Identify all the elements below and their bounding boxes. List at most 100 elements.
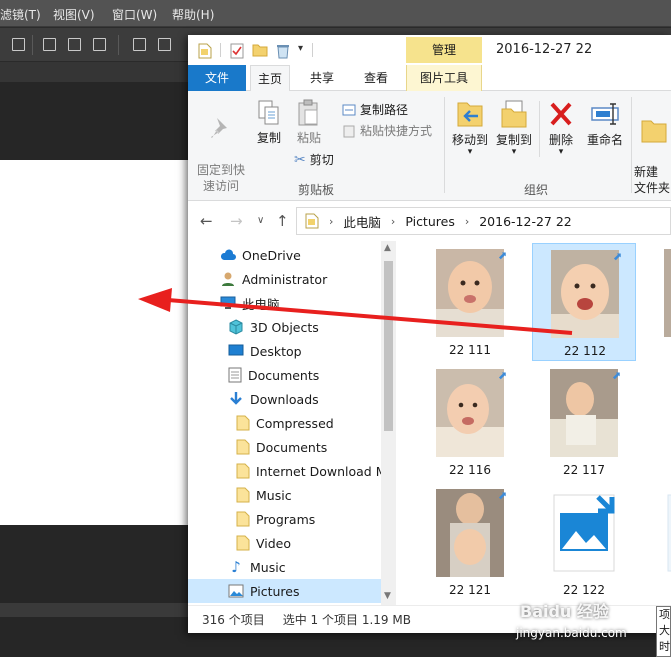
delete-chevron-icon: ▾	[558, 147, 564, 157]
nav-item-documents[interactable]: Documents	[228, 363, 319, 387]
pin-quick-access-button[interactable]: 固定到快 速访问	[194, 99, 248, 194]
nav-scrollbar[interactable]: ▲ ▼	[381, 241, 396, 605]
customize-qa-icon[interactable]: ▾	[298, 43, 303, 54]
tab-share[interactable]: 共享	[302, 65, 342, 91]
nav-item-internet-download[interactable]: Internet Download M	[236, 459, 387, 483]
nav-item-pictures[interactable]: Pictures	[188, 579, 381, 603]
menu-help[interactable]: 帮助(H)	[172, 6, 214, 23]
photoshop-canvas[interactable]	[0, 160, 200, 525]
cube-icon	[229, 319, 243, 335]
file-tile[interactable]: ⬈ 22 117	[532, 363, 636, 481]
folder-icon	[236, 463, 250, 479]
nav-item-music[interactable]: ♪ Music	[228, 555, 285, 579]
align-middle-icon[interactable]	[68, 38, 81, 51]
nav-item-label: Documents	[248, 367, 320, 383]
nav-scrollbar-thumb[interactable]	[384, 261, 393, 431]
copy-path-icon	[342, 104, 356, 115]
file-name: 22 121	[449, 583, 491, 597]
file-tile-selected[interactable]: ⬈ 22 112	[532, 243, 636, 361]
menu-view[interactable]: 视图(V)	[53, 6, 95, 23]
folder-icon	[236, 487, 250, 503]
tab-picture-tools[interactable]: 图片工具	[406, 65, 482, 91]
paste-button[interactable]: 粘贴	[292, 99, 326, 146]
tab-view[interactable]: 查看	[356, 65, 396, 91]
scroll-up-icon[interactable]: ▲	[384, 243, 391, 253]
menu-filter[interactable]: 滤镜(T)	[0, 6, 41, 23]
window-title: 2016-12-27 22	[496, 42, 593, 57]
move-to-label: 移动到	[451, 133, 488, 147]
nav-item-compressed[interactable]: Compressed	[236, 411, 334, 435]
copy-button[interactable]: 复制	[252, 99, 286, 146]
toolbar-divider	[118, 35, 119, 55]
rename-label: 重命名	[586, 133, 623, 147]
move-to-chevron-icon: ▾	[467, 147, 473, 157]
file-tile[interactable]: ⬈ 22 121	[418, 483, 522, 601]
align-left-icon[interactable]	[12, 38, 25, 51]
file-tile[interactable]: 22 122	[532, 483, 636, 601]
move-to-button[interactable]: 移动到 ▾	[448, 99, 492, 157]
manage-context-tab[interactable]: 管理	[406, 37, 482, 63]
file-icon[interactable]	[198, 43, 212, 59]
tab-file[interactable]: 文件	[188, 65, 246, 91]
nav-item-documents-sub[interactable]: Documents	[236, 435, 327, 459]
back-arrow-icon[interactable]: ←	[200, 212, 213, 230]
nav-item-label: Desktop	[250, 343, 302, 359]
cloud-icon	[220, 249, 236, 260]
new-folder-button[interactable]: 新建 文件夹	[634, 99, 671, 196]
nav-item-label: OneDrive	[242, 247, 301, 263]
properties-icon[interactable]	[230, 43, 244, 59]
copy-path-button[interactable]: 复制路径	[342, 101, 408, 118]
scroll-down-icon[interactable]: ▼	[384, 591, 391, 601]
address-bar[interactable]: › 此电脑 › Pictures › 2016-12-27 22	[296, 207, 671, 235]
folder-icon	[236, 439, 250, 455]
navigation-bar: ← → ∨ ↑ › 此电脑 › Pictures › 2016-12-27 22	[188, 201, 671, 241]
paste-label: 粘贴	[296, 131, 321, 145]
user-icon	[222, 272, 234, 286]
recent-locations-chevron-icon[interactable]: ∨	[257, 215, 264, 226]
breadcrumb-this-pc[interactable]: 此电脑	[343, 212, 381, 231]
nav-item-this-pc[interactable]: 此电脑	[220, 291, 280, 315]
pin-icon	[211, 118, 227, 138]
menu-window[interactable]: 窗口(W)	[112, 6, 157, 23]
shortcut-arrow-icon: ⬈	[498, 369, 508, 382]
distribute-middle-icon[interactable]	[158, 38, 171, 51]
nav-item-onedrive[interactable]: OneDrive	[220, 243, 301, 267]
copy-to-button[interactable]: 复制到 ▾	[492, 99, 536, 157]
rename-button[interactable]: 重命名	[583, 99, 627, 148]
photo-thumbnail	[436, 249, 504, 337]
new-folder-icon[interactable]	[252, 43, 268, 57]
file-name: 22 122	[563, 583, 605, 597]
distribute-top-icon[interactable]	[133, 38, 146, 51]
nav-item-desktop[interactable]: Desktop	[228, 339, 302, 363]
nav-item-downloads[interactable]: Downloads	[228, 387, 319, 411]
nav-item-music-sub[interactable]: Music	[236, 483, 292, 507]
file-tile[interactable]: ⬈ 22 111	[418, 243, 522, 361]
file-tile-partial[interactable]	[646, 243, 671, 361]
align-top-icon[interactable]	[43, 38, 56, 51]
nav-item-label: Downloads	[250, 391, 319, 407]
nav-item-programs[interactable]: Programs	[236, 507, 315, 531]
nav-item-administrator[interactable]: Administrator	[220, 267, 327, 291]
forward-arrow-icon[interactable]: →	[230, 212, 243, 230]
cut-button[interactable]: ✂ 剪切	[294, 151, 334, 168]
align-bottom-icon[interactable]	[93, 38, 106, 51]
delete-button[interactable]: 删除 ▾	[543, 99, 579, 157]
copy-icon	[258, 100, 279, 125]
recycle-icon[interactable]	[276, 43, 290, 59]
rename-icon	[591, 103, 619, 125]
file-name: 22 117	[563, 463, 605, 477]
up-arrow-icon[interactable]: ↑	[276, 212, 289, 230]
breadcrumb-current-folder[interactable]: 2016-12-27 22	[479, 214, 572, 229]
tab-home[interactable]: 主页	[250, 65, 290, 92]
paste-shortcut-button[interactable]: 粘贴快捷方式	[342, 122, 432, 139]
breadcrumb-pictures[interactable]: Pictures	[405, 214, 455, 229]
nav-item-label: 此电脑	[242, 296, 280, 312]
photo-thumbnail	[664, 249, 671, 337]
file-tile[interactable]: ⬈ 22 116	[418, 363, 522, 481]
copy-to-chevron-icon: ▾	[511, 147, 517, 157]
file-explorer-window: ▾ 管理 2016-12-27 22 文件 主页 共享 查看 图片工具 固定到快…	[188, 35, 671, 633]
nav-item-video[interactable]: Video	[236, 531, 291, 555]
tooltip-text: 项 大 时	[659, 608, 670, 653]
nav-item-3d-objects[interactable]: 3D Objects	[228, 315, 319, 339]
file-tile-partial[interactable]	[646, 483, 671, 601]
